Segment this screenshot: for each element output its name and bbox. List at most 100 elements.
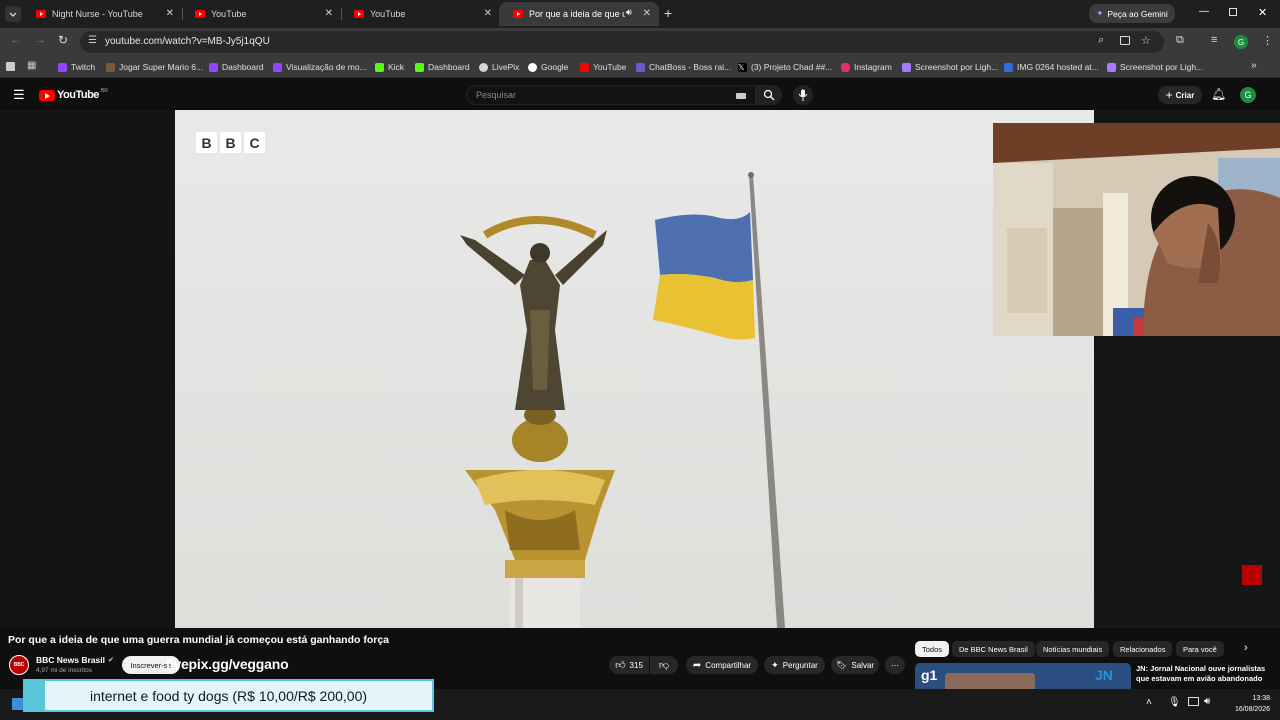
voice-search-button[interactable] xyxy=(793,85,813,105)
forward-icon[interactable]: → xyxy=(35,34,46,46)
bookmarks-bar: ▦ Twitch Jogar Super Mario 6... Dashboar… xyxy=(0,56,1280,78)
more-bookmarks-icon[interactable]: » xyxy=(1251,60,1257,71)
search-button[interactable] xyxy=(756,85,782,105)
channel-avatar[interactable]: BBC xyxy=(9,655,29,675)
youtube-logo-text: YouTube xyxy=(57,89,99,101)
notifications-bell-icon[interactable]: 🔔︎ xyxy=(1211,87,1226,101)
gemini-button[interactable]: ✦ Peça ao Gemini xyxy=(1089,4,1175,23)
site-settings-icon[interactable]: ☰ xyxy=(88,35,97,46)
address-bar[interactable]: ☰ youtube.com/watch?v=MB-Jy5j1qQU ⌕ ☆ xyxy=(80,31,1164,53)
tray-chevron-icon[interactable]: ˄ xyxy=(1146,697,1152,708)
chip-para-voce[interactable]: Para você xyxy=(1176,641,1224,657)
create-button[interactable]: + Criar xyxy=(1158,86,1202,104)
back-icon[interactable]: ← xyxy=(10,34,21,46)
network-icon[interactable] xyxy=(1188,697,1199,706)
bookmark-projeto-chad[interactable]: 𝕏 (3) Projeto Chad ##... xyxy=(738,60,832,74)
share-button[interactable]: ➦ Compartilhar xyxy=(686,656,758,674)
bookmark-chatboss[interactable]: ChatBoss - Boss rai... xyxy=(636,60,731,74)
bookmark-instagram[interactable]: Instagram xyxy=(841,60,892,74)
bookmark-google[interactable]: Google xyxy=(528,60,568,74)
clock-date: 16/08/2026 xyxy=(1234,706,1270,713)
microphone-tray-icon[interactable]: 🎙︎ xyxy=(1168,697,1181,708)
video-player[interactable]: B B C xyxy=(175,110,1094,628)
like-button[interactable]: 👍︎ 315 xyxy=(609,656,649,674)
media-controls-icon[interactable]: ≡ xyxy=(1211,34,1217,46)
chips-next-icon[interactable]: › xyxy=(1244,642,1248,654)
chip-relacionados[interactable]: Relacionados xyxy=(1113,641,1173,657)
thumbs-up-icon: 👍︎ xyxy=(615,660,626,671)
youtube-logo[interactable]: YouTube BR xyxy=(39,88,108,101)
bookmark-label: IMG 0264 hosted at... xyxy=(1017,62,1099,72)
browser-toolbar: ← → ↻ ☰ youtube.com/watch?v=MB-Jy5j1qQU … xyxy=(0,28,1280,56)
bookmark-youtube[interactable]: YouTube xyxy=(580,60,626,74)
rec-title-line: que estavam em avião abandonado xyxy=(1136,674,1263,683)
save-button[interactable]: 🔖︎ Salvar xyxy=(831,656,879,674)
recommended-title[interactable]: JN: Jornal Nacional ouve jornalistas que… xyxy=(1136,664,1276,684)
twitch-icon xyxy=(209,62,218,72)
minimize-window-icon[interactable]: — xyxy=(1199,6,1209,17)
profile-avatar[interactable]: G xyxy=(1234,35,1248,49)
youtube-header: ☰ YouTube BR Pesquisar + Criar 🔔︎ G xyxy=(0,80,1280,110)
bookmark-img-hosted[interactable]: IMG 0264 hosted at... xyxy=(1004,60,1099,74)
bookmark-label: Twitch xyxy=(71,62,96,72)
bookmark-super-mario[interactable]: Jogar Super Mario 6... xyxy=(106,60,203,74)
clock-time: 13:38 xyxy=(1252,695,1270,702)
gemini-sparkle-icon: ✦ xyxy=(1096,8,1104,18)
search-placeholder: Pesquisar xyxy=(476,90,517,100)
menu-hamburger-icon[interactable]: ☰ xyxy=(13,87,25,103)
close-tab-icon[interactable]: ✕ xyxy=(643,8,651,19)
browser-menu-icon[interactable]: ⋮ xyxy=(1262,34,1273,47)
tab-youtube-1[interactable]: YouTube ✕ xyxy=(181,2,341,26)
bookmark-star-icon[interactable]: ☆ xyxy=(1141,34,1151,47)
video-title: Por que a ideia de que uma guerra mundia… xyxy=(8,634,390,646)
more-actions-button[interactable]: ⋯ xyxy=(885,656,905,674)
webcam-scene xyxy=(993,123,1280,336)
bookmark-twitch[interactable]: Twitch xyxy=(58,60,95,74)
video-frame-scene xyxy=(460,172,785,628)
livepix-icon xyxy=(479,62,488,72)
bookmark-screenshot-2[interactable]: Screenshot por Ligh... xyxy=(1107,60,1203,74)
keyboard-icon[interactable] xyxy=(736,93,746,99)
close-window-icon[interactable]: ✕ xyxy=(1258,6,1267,19)
bookmark-screenshot-1[interactable]: Screenshot por Ligh... xyxy=(902,60,998,74)
tab-youtube-2[interactable]: YouTube ✕ xyxy=(340,2,500,26)
chip-label: De BBC News Brasil xyxy=(959,644,1028,654)
channel-name[interactable]: BBC News Brasil ✔ xyxy=(36,655,114,665)
bookmark-dashboard-kick[interactable]: Dashboard xyxy=(415,60,470,74)
volume-icon[interactable]: 🔊︎ xyxy=(1204,696,1210,707)
account-avatar[interactable]: G xyxy=(1240,87,1256,103)
chip-label: Para você xyxy=(1183,644,1217,654)
tab-search-icon[interactable] xyxy=(5,6,21,22)
close-tab-icon[interactable]: ✕ xyxy=(484,8,492,19)
dislike-button[interactable]: 👎︎ xyxy=(650,656,678,674)
tab-active-video[interactable]: Por que a ideia de que uma 🔊︎ ✕ xyxy=(499,2,659,26)
chip-noticias-mundiais[interactable]: Notícias mundiais xyxy=(1036,641,1110,657)
chip-label: Relacionados xyxy=(1120,644,1166,654)
ask-button[interactable]: ✦ Perguntar xyxy=(764,656,825,674)
zoom-icon[interactable]: ⌕ xyxy=(1098,34,1104,47)
chip-de-bbc[interactable]: De BBC News Brasil xyxy=(952,641,1035,657)
restore-window-icon[interactable] xyxy=(1229,8,1237,16)
channel-name-text: BBC News Brasil xyxy=(36,655,105,665)
clock[interactable]: 13:38 16/08/2026 xyxy=(1226,693,1270,715)
gemini-label: Peça ao Gemini xyxy=(1107,8,1168,19)
extensions-icon[interactable]: ⧉ xyxy=(1176,34,1184,47)
chip-todos[interactable]: Todos xyxy=(915,641,950,657)
install-app-icon[interactable] xyxy=(1120,36,1130,45)
bookmark-kick[interactable]: Kick xyxy=(375,60,404,74)
tab-night-nurse[interactable]: Night Nurse - YouTube ✕ xyxy=(22,2,182,26)
bookmark-visualizacao[interactable]: Visualização de mo... xyxy=(273,60,367,74)
new-tab-button[interactable]: + xyxy=(664,5,672,21)
sidebar-toggle-icon[interactable] xyxy=(6,62,15,71)
apps-grid-icon[interactable]: ▦ xyxy=(27,60,36,71)
bookmark-label: Screenshot por Ligh... xyxy=(915,62,999,72)
bookmark-livepix[interactable]: LivePix xyxy=(479,60,519,74)
verified-check-icon: ✔ xyxy=(107,657,114,664)
close-tab-icon[interactable]: ✕ xyxy=(166,8,174,19)
reload-icon[interactable]: ↻ xyxy=(58,33,68,47)
search-input[interactable]: Pesquisar xyxy=(466,85,756,105)
audio-playing-icon[interactable]: 🔊︎ xyxy=(626,7,632,18)
bookmark-dashboard-twitch[interactable]: Dashboard xyxy=(209,60,264,74)
close-tab-icon[interactable]: ✕ xyxy=(325,8,333,19)
lightshot-icon xyxy=(902,62,911,72)
